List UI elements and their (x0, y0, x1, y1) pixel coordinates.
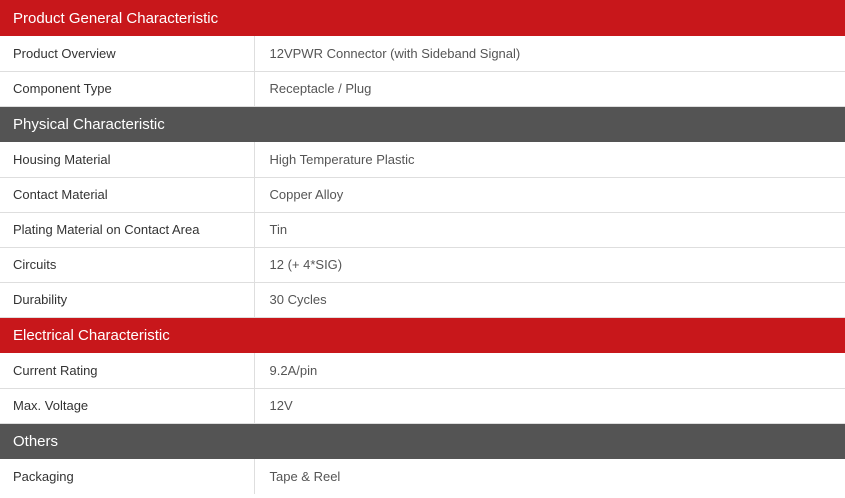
section-title: Physical Characteristic (0, 106, 845, 142)
table-row: Component Type Receptacle / Plug (0, 71, 845, 107)
row-label: Circuits (0, 247, 255, 283)
row-value: Receptacle / Plug (254, 71, 845, 107)
section-header-others: Others (0, 423, 845, 459)
row-value: High Temperature Plastic (254, 142, 845, 178)
table-row: Durability 30 Cycles (0, 282, 845, 318)
table-row: Product Overview 12VPWR Connector (with … (0, 36, 845, 72)
table-row: Packaging Tape & Reel (0, 459, 845, 494)
row-label: Housing Material (0, 142, 255, 178)
section-header-electrical: Electrical Characteristic (0, 317, 845, 353)
row-label: Contact Material (0, 177, 255, 213)
row-value: Tape & Reel (269, 469, 341, 484)
row-label: Durability (0, 282, 255, 318)
section-title: Product General Characteristic (0, 0, 845, 36)
row-value: 12 (+ 4*SIG) (254, 247, 845, 283)
row-value: 30 Cycles (254, 282, 845, 318)
section-header-general: Product General Characteristic (0, 0, 845, 36)
spec-table: Product General Characteristic Product O… (0, 0, 845, 494)
row-label: Current Rating (0, 353, 255, 389)
row-label: Plating Material on Contact Area (0, 212, 255, 248)
section-title: Others (0, 423, 845, 459)
row-label: Product Overview (0, 36, 255, 72)
row-label: Max. Voltage (0, 388, 255, 424)
table-row: Max. Voltage 12V (0, 388, 845, 424)
table-row: Contact Material Copper Alloy (0, 177, 845, 213)
row-label: Packaging (0, 459, 255, 494)
row-value: 12VPWR Connector (with Sideband Signal) (254, 36, 845, 72)
row-value: 12V (254, 388, 845, 424)
row-value: 9.2A/pin (254, 353, 845, 389)
section-title: Electrical Characteristic (0, 317, 845, 353)
table-row: Housing Material High Temperature Plasti… (0, 142, 845, 178)
row-value: Tin (254, 212, 845, 248)
row-label: Component Type (0, 71, 255, 107)
table-row: Current Rating 9.2A/pin (0, 353, 845, 389)
row-value: Copper Alloy (254, 177, 845, 213)
table-row: Circuits 12 (+ 4*SIG) (0, 247, 845, 283)
table-row: Plating Material on Contact Area Tin (0, 212, 845, 248)
section-header-physical: Physical Characteristic (0, 106, 845, 142)
